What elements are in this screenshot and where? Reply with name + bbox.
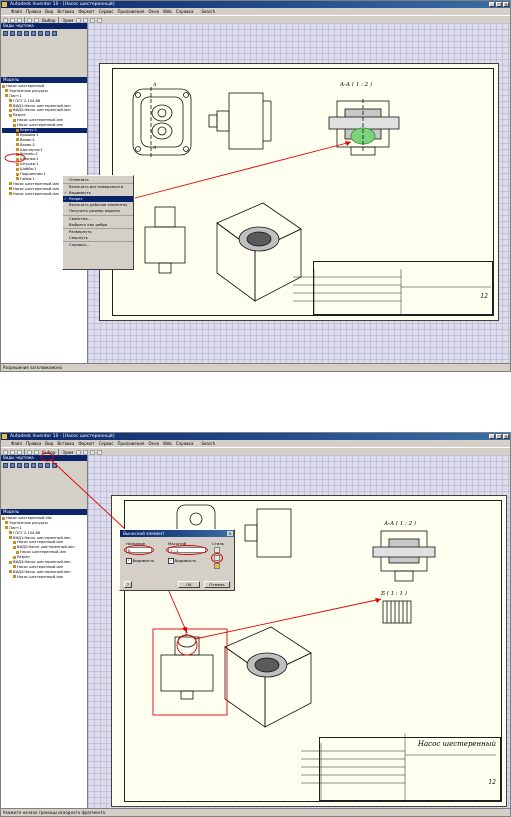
red-arrow [134, 141, 352, 199]
detail-view [382, 600, 412, 624]
title-block-grid [301, 733, 496, 802]
context-item-model-dimensions[interactable]: Получить размер модели [63, 208, 133, 216]
side-view [208, 92, 272, 150]
red-frame-view [152, 628, 228, 716]
section-view [328, 99, 400, 156]
ok-button[interactable]: OK [178, 581, 200, 588]
drawing-geometry [40, 452, 496, 802]
context-item-undo[interactable]: Отменить [63, 177, 133, 185]
visibility-checkbox[interactable]: ✓ Видимость [126, 558, 154, 564]
status-bar: Укажите начало границы исходного фрагмен… [1, 808, 510, 816]
context-item-help[interactable]: Справка... [63, 242, 133, 248]
cancel-button[interactable]: Отмена [204, 581, 230, 588]
red-highlight [4, 153, 26, 163]
isometric-view [224, 626, 312, 728]
red-arrow-view-to-detail [194, 598, 382, 640]
context-item-select-edges[interactable]: Выбрать как ребра [63, 222, 133, 229]
red-highlight-style [211, 553, 223, 563]
section-view [372, 530, 436, 582]
detail-view-dialog: Выносной элемент × Название Б Масштаб 1 … [119, 529, 235, 591]
dialog-close-button[interactable]: × [227, 531, 233, 536]
help-button[interactable]: ? [124, 581, 132, 588]
context-item-collapse[interactable]: Свернуть [63, 235, 133, 242]
lower-view [144, 206, 186, 274]
screenshot-detail-dialog: Autodesk Inventor 10 - [Насос шестеренны… [0, 432, 511, 817]
lower-view [160, 634, 214, 700]
dialog-title: Выносной элемент × [120, 530, 234, 537]
red-highlight-scale [166, 545, 208, 555]
style-shaded-icon[interactable] [214, 563, 220, 569]
status-bar: Разрешение заголовкомоно [1, 363, 510, 371]
red-highlight-name [124, 545, 154, 555]
context-menu: Отменить Включить все поверхности Видимо… [62, 175, 134, 270]
front-view [132, 87, 192, 157]
title-block-grid [293, 269, 491, 314]
visibility-checkbox-2[interactable]: ✓ Видимость [168, 558, 196, 564]
style-label: Стиль [212, 541, 224, 546]
isometric-view [216, 202, 302, 302]
red-arrow-panel-to-dialog [50, 459, 126, 530]
screenshot-context-menu: Autodesk Inventor 10 - [Насос шестеренны… [0, 0, 511, 372]
